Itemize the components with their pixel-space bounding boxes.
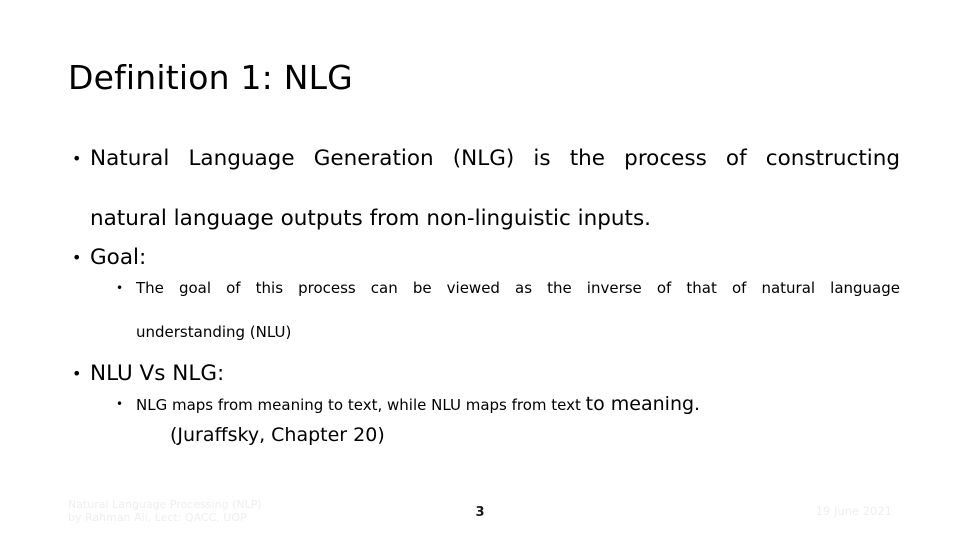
sub-bullet-item-mapping: • NLG maps from meaning to text, while N… bbox=[60, 393, 900, 448]
sub-bullet-goal-line-2: understanding (NLU) bbox=[136, 323, 292, 341]
bullet-nlu-vs-nlg-label: NLU Vs NLG: bbox=[90, 361, 225, 386]
citation-reference: (Juraffsky, Chapter 20) bbox=[170, 424, 385, 446]
bullet-glyph-icon: • bbox=[72, 149, 82, 168]
bullet-definition-line-1: Natural Language Generation (NLG) is the… bbox=[90, 146, 900, 171]
sub-bullet-goal-line-1: The goal of this process can be viewed a… bbox=[136, 279, 900, 297]
slide-footer: Natural Language Processing (NLP) by Rah… bbox=[0, 496, 960, 540]
page-title: Definition 1: NLG bbox=[68, 58, 353, 97]
bullet-item-goal: • Goal: bbox=[60, 243, 900, 273]
sub-bullet-glyph-icon: • bbox=[116, 281, 124, 295]
bullet-goal-label: Goal: bbox=[90, 245, 147, 270]
slide: Definition 1: NLG • Natural Language Gen… bbox=[0, 0, 960, 540]
bullet-item-definition: • Natural Language Generation (NLG) is t… bbox=[60, 144, 900, 234]
bullet-item-nlu-vs-nlg: • NLU Vs NLG: bbox=[60, 359, 900, 389]
bullet-glyph-icon: • bbox=[72, 364, 82, 383]
sub-bullet-item-goal-detail: • The goal of this process can be viewed… bbox=[60, 277, 900, 343]
slide-body: • Natural Language Generation (NLG) is t… bbox=[60, 144, 900, 448]
footer-date: 19 June 2021 bbox=[815, 504, 892, 518]
sub-bullet-mapping-text-small: NLG maps from meaning to text, while NLU… bbox=[136, 396, 586, 414]
bullet-definition-line-2: natural language outputs from non-lingui… bbox=[90, 206, 652, 231]
bullet-glyph-icon: • bbox=[72, 248, 82, 267]
sub-bullet-glyph-icon: • bbox=[116, 397, 124, 411]
sub-bullet-mapping-text-large: to meaning. bbox=[585, 393, 701, 415]
sub-bullet-mapping-line: NLG maps from meaning to text, while NLU… bbox=[136, 393, 900, 416]
